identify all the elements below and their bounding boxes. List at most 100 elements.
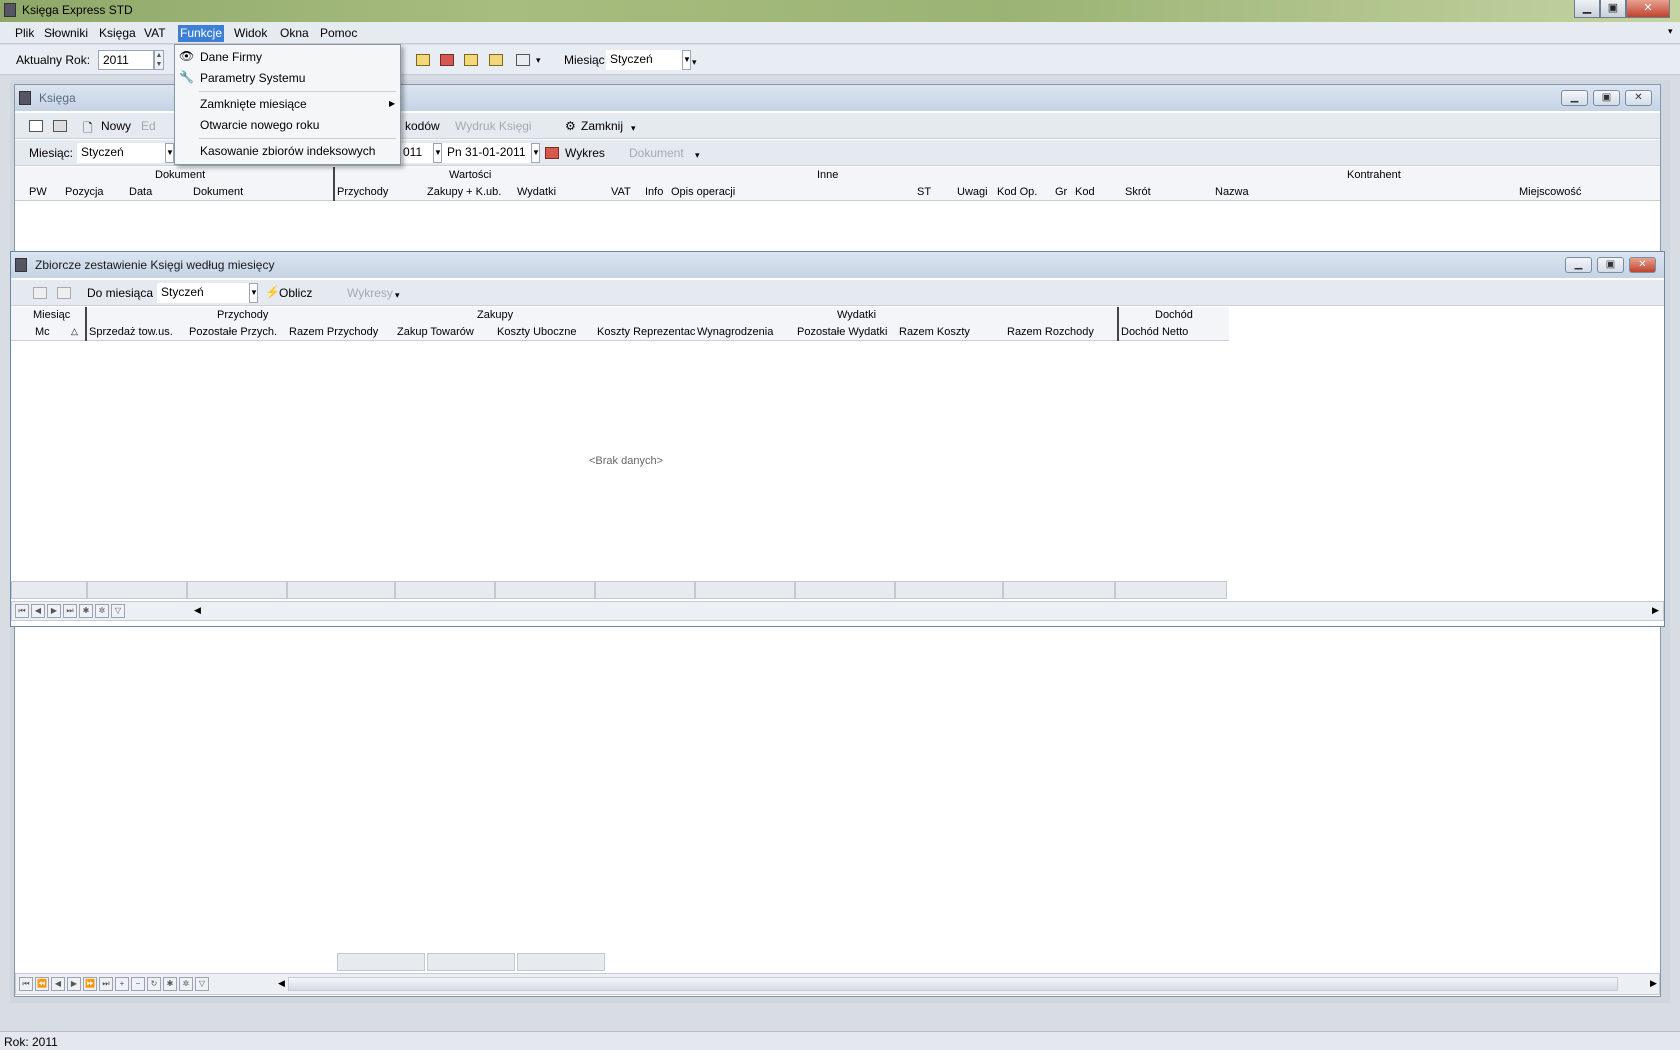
nav-last-icon[interactable]: ⏭ [99, 977, 113, 991]
menu-widok[interactable]: Widok [234, 26, 267, 40]
codes-button[interactable]: g kodów [395, 119, 440, 133]
chart-button[interactable]: Wykres [565, 146, 605, 160]
menu-kasowanie-zbiorow[interactable]: Kasowanie zbiorów indeksowych [200, 144, 375, 158]
menu-vat[interactable]: VAT [144, 26, 166, 40]
col-mc[interactable]: Mc [35, 326, 50, 338]
col-przychody[interactable]: Przychody [337, 186, 388, 198]
col-nazwa[interactable]: Nazwa [1215, 186, 1249, 198]
new-button[interactable]: Nowy [101, 119, 131, 133]
close-ksiega-button[interactable]: Zamknij [581, 119, 623, 133]
col-data[interactable]: Data [129, 186, 152, 198]
nav-filter-icon[interactable]: ▽ [195, 977, 209, 991]
col-razem-koszty[interactable]: Razem Koszty [899, 326, 970, 338]
col-zakup-towarow[interactable]: Zakup Towarów [397, 326, 474, 338]
month-dropdown-button[interactable]: ▼ [682, 50, 691, 70]
col-pozostale-przych[interactable]: Pozostałe Przych. [189, 326, 277, 338]
nav-next-page-icon[interactable]: ⏩ [83, 977, 97, 991]
nav-goto-bookmark-icon[interactable]: ✲ [179, 977, 193, 991]
to-month-field[interactable]: Styczeń [157, 283, 249, 303]
folder-add-icon[interactable] [489, 54, 503, 66]
menu-overflow-icon[interactable]: ▾ [1668, 26, 1673, 37]
month-field[interactable]: Styczeń [606, 50, 682, 70]
close-button[interactable]: ✕ [1626, 0, 1670, 18]
nav-goto-bookmark-icon[interactable]: ✲ [95, 604, 109, 618]
menu-otwarcie-nowego-roku[interactable]: Otwarcie nowego roku [200, 118, 319, 132]
col-koszty-uboczne[interactable]: Koszty Uboczne [497, 326, 576, 338]
col-dochod-netto[interactable]: Dochód Netto [1121, 326, 1188, 338]
menu-pomoc[interactable]: Pomoc [320, 26, 357, 40]
menu-zamkniete-miesiace[interactable]: Zamknięte miesiące [200, 97, 307, 111]
col-wydatki[interactable]: Wydatki [517, 186, 556, 198]
date-to-dropdown[interactable]: ▼ [531, 143, 540, 163]
calc-button[interactable]: Oblicz [279, 286, 312, 300]
date-from-dropdown[interactable]: ▼ [433, 143, 442, 163]
close-dropdown-icon[interactable]: ▾ [631, 123, 636, 134]
scroll-right-icon[interactable]: ▶ [1652, 605, 1659, 616]
nav-filter-icon[interactable]: ▽ [111, 604, 125, 618]
menu-slowniki[interactable]: Słowniki [44, 26, 88, 40]
edit-button[interactable]: Ed [141, 119, 156, 133]
ksiega-hscroll-thumb[interactable] [288, 977, 1618, 991]
nav-last-icon[interactable]: ⏭ [63, 604, 77, 618]
ksiega-month-dropdown[interactable]: ▼ [165, 143, 174, 163]
folder-open-icon[interactable] [416, 54, 430, 66]
nav-next-icon[interactable]: ▶ [47, 604, 61, 618]
menu-parametry-systemu[interactable]: Parametry Systemu [200, 71, 305, 85]
zestawienie-restore-button[interactable]: ▣ [1597, 257, 1624, 273]
document-button[interactable]: Dokument [629, 146, 684, 160]
menu-funkcje[interactable]: Funkcje [178, 25, 225, 42]
maximize-button[interactable]: ▣ [1600, 0, 1626, 18]
menu-plik[interactable]: Plik [15, 26, 34, 40]
ksiega-month-field[interactable]: Styczeń [77, 143, 165, 163]
toolbar-overflow-icon[interactable]: ▾ [692, 57, 697, 68]
print-icon[interactable] [53, 120, 67, 132]
copy-dropdown-icon[interactable]: ▾ [536, 55, 541, 66]
nav-first-icon[interactable]: ⏮ [19, 977, 33, 991]
scroll-right-icon[interactable]: ▶ [1650, 978, 1657, 989]
col-miejscowosc[interactable]: Miejscowość [1519, 186, 1581, 198]
col-gr[interactable]: Gr [1055, 186, 1067, 198]
document-dropdown-icon[interactable]: ▾ [695, 150, 700, 161]
nav-first-icon[interactable]: ⏮ [15, 604, 29, 618]
film-icon[interactable] [440, 54, 454, 66]
col-razem-przychody[interactable]: Razem Przychody [289, 326, 378, 338]
nav-prior-icon[interactable]: ◀ [51, 977, 65, 991]
preview-icon[interactable] [29, 120, 43, 132]
copy-icon[interactable] [516, 54, 530, 66]
col-zakupy[interactable]: Zakupy + K.ub. [427, 186, 501, 198]
zestawienie-minimize-button[interactable]: ▁ [1565, 257, 1592, 273]
ksiega-minimize-button[interactable]: ▁ [1561, 90, 1588, 106]
nav-bookmark-icon[interactable]: ✱ [79, 604, 93, 618]
minimize-button[interactable]: ▁ [1574, 0, 1600, 18]
nav-bookmark-icon[interactable]: ✱ [163, 977, 177, 991]
ksiega-close-button[interactable]: ✕ [1625, 90, 1652, 106]
scroll-left-icon[interactable]: ◀ [194, 605, 201, 616]
menu-dane-firmy[interactable]: Dane Firmy [200, 50, 262, 64]
col-razem-rozchody[interactable]: Razem Rozchody [1007, 326, 1094, 338]
print-ksiega-button[interactable]: Wydruk Księgi [455, 119, 532, 133]
col-wynagrodzenia[interactable]: Wynagrodzenia [697, 326, 773, 338]
zestawienie-close-button[interactable]: ✕ [1629, 257, 1656, 273]
nav-delete-icon[interactable]: − [131, 977, 145, 991]
year-field[interactable]: 2011 [98, 50, 154, 70]
nav-prior-icon[interactable]: ◀ [31, 604, 45, 618]
col-uwagi[interactable]: Uwagi [957, 186, 988, 198]
date-to-field[interactable]: Pn 31-01-2011 [443, 143, 531, 163]
col-opis[interactable]: Opis operacji [671, 186, 735, 198]
col-kod-op[interactable]: Kod Op. [997, 186, 1037, 198]
col-pozycja[interactable]: Pozycja [65, 186, 104, 198]
col-info[interactable]: Info [645, 186, 663, 198]
charts-dropdown-icon[interactable]: ▾ [395, 290, 400, 301]
col-pozostale-wydatki[interactable]: Pozostałe Wydatki [797, 326, 887, 338]
col-st[interactable]: ST [917, 186, 931, 198]
ksiega-restore-button[interactable]: ▣ [1593, 90, 1620, 106]
nav-prior-page-icon[interactable]: ⏪ [35, 977, 49, 991]
nav-refresh-icon[interactable]: ↻ [147, 977, 161, 991]
nav-insert-icon[interactable]: + [115, 977, 129, 991]
menu-ksiega[interactable]: Księga [99, 26, 136, 40]
year-spinner[interactable]: ▲ ▼ [154, 50, 164, 70]
menu-okna[interactable]: Okna [280, 26, 309, 40]
col-koszty-reprezentac[interactable]: Koszty Reprezentac [597, 326, 695, 338]
nav-next-icon[interactable]: ▶ [67, 977, 81, 991]
col-sprzedaz[interactable]: Sprzedaż tow.us. [89, 326, 173, 338]
